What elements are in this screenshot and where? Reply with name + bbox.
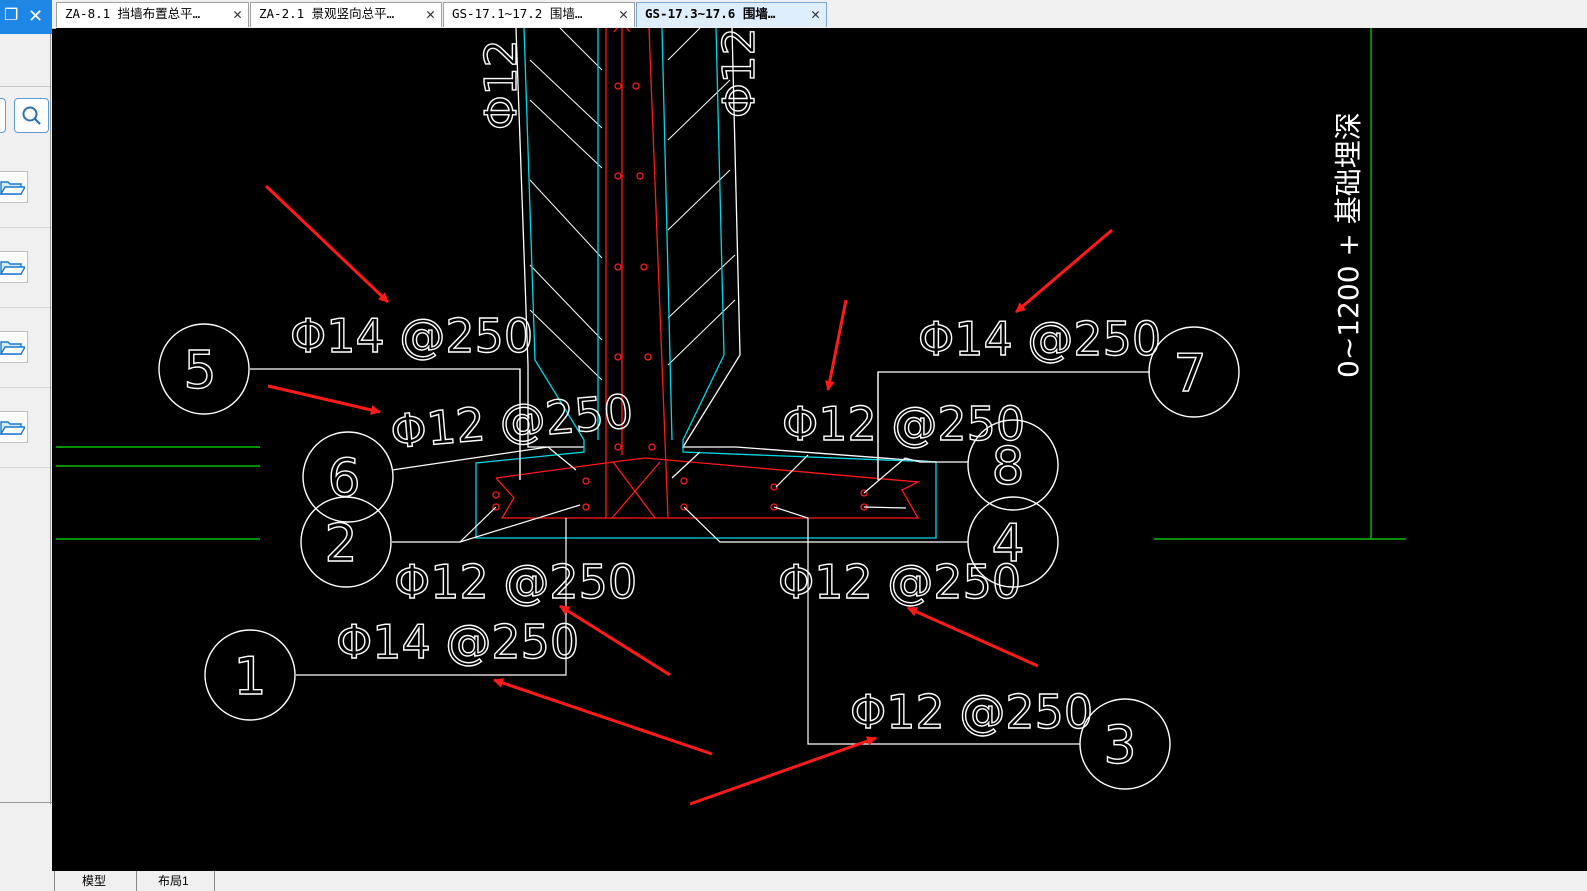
- search-icon: [22, 106, 41, 125]
- rebar-label-5: Φ14 @250: [290, 309, 533, 363]
- callout-number: 5: [183, 341, 216, 401]
- divider: [136, 871, 137, 891]
- divider: [214, 871, 215, 891]
- divider: [0, 86, 52, 87]
- callout-6[interactable]: 6: [302, 431, 394, 523]
- rebar-label-2: Φ12 @250: [394, 555, 637, 609]
- rebar-label-8: Φ12 @250: [782, 397, 1025, 451]
- tab-label: GS-17.1~17.2 围墙…: [452, 6, 583, 21]
- list-item[interactable]: [0, 387, 52, 468]
- tab-label: ZA-2.1 景观竖向总平…: [259, 6, 395, 21]
- callout-number: 2: [324, 514, 357, 574]
- callout-number: 7: [1173, 344, 1206, 404]
- tab-gs-17-3[interactable]: GS-17.3~17.6 围墙… ✕: [636, 2, 827, 27]
- tab-za-8-1[interactable]: ZA-8.1 挡墙布置总平… ✕: [56, 2, 249, 27]
- callout-number: 1: [233, 647, 266, 707]
- open-folder-button[interactable]: [0, 251, 28, 283]
- callout-3[interactable]: 3: [1079, 698, 1171, 790]
- layout-tab-bar: 模型 布局1: [52, 871, 1587, 891]
- open-folder-button[interactable]: [0, 171, 28, 203]
- open-folder-button[interactable]: [0, 411, 28, 443]
- callout-number: 6: [327, 449, 360, 509]
- drawing-canvas[interactable]: 1 2 3 4 5 6 7 8 Φ14 @250 Φ12 @250 Φ12 @2…: [56, 28, 1587, 871]
- tab-za-2-1[interactable]: ZA-2.1 景观竖向总平… ✕: [250, 2, 442, 27]
- rebar-label-7: Φ14 @250: [918, 312, 1161, 366]
- document-tab-bar: ZA-8.1 挡墙布置总平… ✕ ZA-2.1 景观竖向总平… ✕ GS-17.…: [52, 0, 1587, 29]
- rebar-label-3: Φ12 @250: [850, 685, 1093, 739]
- divider: [0, 802, 52, 803]
- panel-edge-button[interactable]: [0, 98, 6, 133]
- restore-icon[interactable]: ❐: [4, 6, 18, 26]
- wall-rebar-right-label: Φ12 @: [714, 28, 765, 118]
- close-icon[interactable]: ✕: [811, 3, 820, 25]
- close-icon[interactable]: ✕: [233, 3, 242, 25]
- list-item[interactable]: [0, 227, 52, 308]
- callout-1[interactable]: 1: [204, 629, 296, 721]
- wall-rebar-left-label: Φ12 @: [476, 28, 527, 130]
- wall-hatch: [529, 28, 736, 381]
- callout-number: 3: [1103, 716, 1136, 776]
- tab-layout1[interactable]: 布局1: [158, 871, 189, 891]
- tab-label: GS-17.3~17.6 围墙…: [645, 6, 776, 21]
- tab-label: ZA-8.1 挡墙布置总平…: [65, 6, 201, 21]
- rebar-label-6: Φ12 @250: [388, 384, 635, 459]
- close-icon[interactable]: ✕: [619, 3, 628, 25]
- search-button[interactable]: [14, 98, 49, 133]
- rebar-label-1: Φ14 @250: [336, 615, 579, 669]
- callout-7[interactable]: 7: [1148, 326, 1240, 418]
- panel-header: ❐ ✕: [0, 0, 52, 34]
- concrete-outline: [475, 28, 937, 539]
- folder-icon: [0, 261, 25, 275]
- open-folder-button[interactable]: [0, 331, 28, 363]
- rebar-label-4: Φ12 @250: [778, 555, 1021, 609]
- folder-icon: [0, 341, 25, 355]
- list-item[interactable]: [0, 307, 52, 388]
- folder-icon: [0, 181, 25, 195]
- list-item[interactable]: [0, 147, 52, 228]
- divider: [54, 871, 55, 891]
- close-icon[interactable]: ✕: [28, 6, 43, 26]
- left-panel: ❐ ✕: [0, 0, 52, 891]
- tab-gs-17-1[interactable]: GS-17.1~17.2 围墙… ✕: [443, 2, 635, 27]
- callout-5[interactable]: 5: [158, 323, 250, 415]
- folder-icon: [0, 421, 25, 435]
- divider: [50, 34, 51, 804]
- tab-model[interactable]: 模型: [82, 871, 106, 891]
- close-icon[interactable]: ✕: [426, 3, 435, 25]
- depth-note: 0~1200 + 基础埋深: [1332, 112, 1365, 378]
